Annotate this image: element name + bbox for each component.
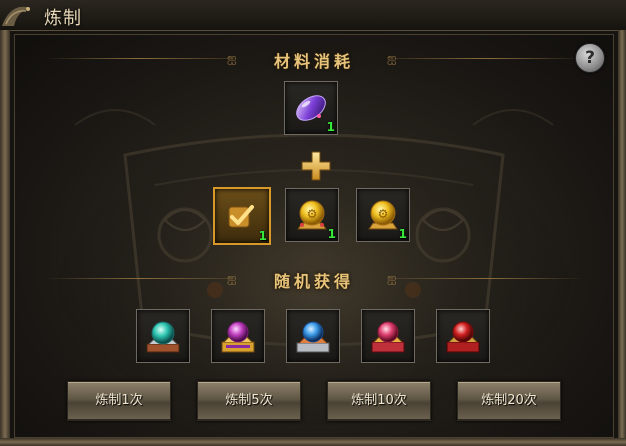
material-slot-3[interactable]: ⚙ 1	[356, 188, 410, 242]
refine-1x-button[interactable]: 炼制1次	[67, 381, 171, 421]
item-count: 1	[258, 229, 267, 243]
reward-slot-2[interactable]	[211, 309, 265, 363]
dragon-ornament-icon	[2, 6, 30, 26]
svg-text:⚙: ⚙	[307, 207, 318, 221]
cyan-orb-chest-icon	[146, 321, 180, 353]
scroll-ornament-icon: ஐ	[387, 51, 397, 65]
plus-icon	[301, 151, 331, 181]
window-title: 炼制	[44, 8, 82, 29]
frame-right	[618, 30, 626, 446]
refine-10x-button[interactable]: 炼制10次	[327, 381, 431, 421]
materials-header: ஐ 材料消耗 ஐ	[15, 47, 613, 71]
scroll-ornament-icon: ஐ	[387, 271, 397, 285]
refine-panel: ஐ 材料消耗 ஐ ? 1 1 ⚙ 1 ⚙ 1 ஐ 随机获得 ஐ 炼制1次 炼制5…	[14, 34, 614, 438]
svg-text:⚙: ⚙	[378, 207, 389, 221]
frame-left	[0, 30, 10, 446]
reward-slot-5[interactable]	[436, 309, 490, 363]
item-count: 1	[398, 227, 407, 241]
rewards-header: ஐ 随机获得 ஐ	[15, 267, 613, 291]
scroll-ornament-icon: ஐ	[227, 271, 237, 285]
pink-gem-chest-icon	[371, 321, 405, 353]
reward-slot-3[interactable]	[286, 309, 340, 363]
refine-5x-button[interactable]: 炼制5次	[197, 381, 301, 421]
material-slot-1[interactable]: 1	[213, 187, 271, 245]
header-divider-right	[393, 278, 583, 279]
help-button[interactable]: ?	[575, 43, 605, 73]
reward-slot-1[interactable]	[136, 309, 190, 363]
refine-20x-button[interactable]: 炼制20次	[457, 381, 561, 421]
purple-gem-chest-icon	[221, 321, 255, 353]
refine-window: 炼制 ஐ 材料消耗 ஐ ? 1 1 ⚙ 1 ⚙ 1 ஐ 随机获得 ஐ 炼制1次 …	[0, 0, 626, 446]
header-divider-left	[45, 278, 235, 279]
reward-slot-4[interactable]	[361, 309, 415, 363]
item-count: 1	[327, 227, 336, 241]
blue-gem-chest-icon	[296, 321, 330, 353]
rewards-title: 随机获得	[273, 272, 354, 291]
title-bar[interactable]: 炼制	[0, 0, 626, 31]
red-gem-chest-icon	[446, 321, 480, 353]
material-slot-crystal[interactable]: 1	[284, 81, 338, 135]
material-slot-2[interactable]: ⚙ 1	[285, 188, 339, 242]
header-divider-right	[393, 58, 583, 59]
header-divider-left	[45, 58, 235, 59]
frame-bottom	[0, 438, 626, 446]
materials-title: 材料消耗	[273, 52, 354, 71]
scroll-ornament-icon: ஐ	[227, 51, 237, 65]
item-count: 1	[326, 120, 335, 134]
checkmark-icon	[228, 205, 254, 228]
